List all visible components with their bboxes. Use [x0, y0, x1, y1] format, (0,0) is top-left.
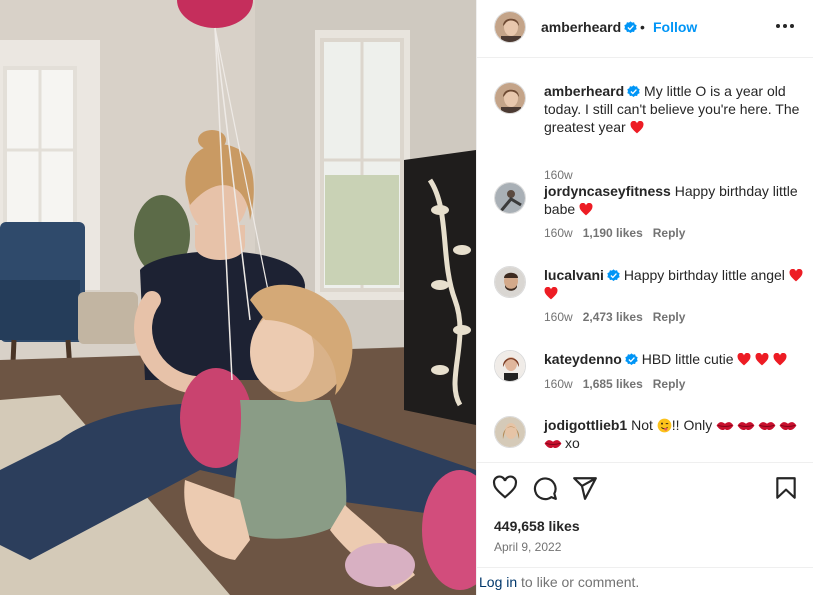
comment-text: lucalvani Happy birthday little angel	[544, 266, 804, 302]
red-heart-emoji-icon	[630, 121, 644, 134]
comment-meta: 160w 1,190 likes Reply	[544, 226, 695, 240]
kiss-lips-emoji-icon	[779, 422, 797, 431]
reply-button[interactable]: Reply	[653, 310, 686, 324]
verified-badge-icon	[607, 269, 620, 282]
caption-text: amberheard My little O is a year old tod…	[544, 82, 804, 136]
avatar[interactable]	[494, 82, 526, 114]
comment-meta: 160w 2,473 likes Reply	[544, 310, 695, 324]
kiss-lips-emoji-icon	[737, 422, 755, 431]
post-photo[interactable]	[0, 0, 476, 595]
separator-dot: •	[640, 19, 645, 35]
comment-item: jordyncaseyfitness Happy birthday little…	[477, 182, 814, 242]
comment-text: jodigottlieb1 Not !! Only xo	[544, 416, 804, 452]
post-header: amberheard • Follow	[477, 0, 814, 58]
caption-username[interactable]: amberheard	[544, 83, 624, 99]
more-icon[interactable]	[773, 14, 797, 38]
comments-list[interactable]: amberheard My little O is a year old tod…	[477, 58, 814, 462]
comment-item: lucalvani Happy birthday little angel 16…	[477, 266, 814, 326]
comment-username[interactable]: jodigottlieb1	[544, 417, 627, 433]
verified-badge-icon	[625, 353, 638, 366]
caption-age: 160w	[544, 168, 573, 182]
comment-item: jodigottlieb1 Not !! Only xo	[477, 416, 814, 462]
comment-username[interactable]: jordyncaseyfitness	[544, 183, 671, 199]
comment-age: 160w	[544, 310, 573, 324]
comment-text: jordyncaseyfitness Happy birthday little…	[544, 182, 804, 218]
winking-tongue-emoji-icon	[657, 418, 672, 433]
reply-button[interactable]: Reply	[653, 377, 686, 391]
comment-item: kateydenno HBD little cutie 160w 1,685 li…	[477, 350, 814, 394]
comment-body-middle: !! Only	[671, 417, 713, 433]
comment-username[interactable]: kateydenno	[544, 351, 622, 367]
author-username[interactable]: amberheard	[541, 19, 637, 35]
red-heart-emoji-icon	[789, 269, 803, 282]
likes-count[interactable]: 449,658 likes	[494, 518, 580, 534]
avatar[interactable]	[494, 416, 526, 448]
comment-body: HBD little cutie	[641, 351, 734, 367]
comment-meta: 160w 1,685 likes Reply	[544, 377, 695, 391]
comment-likes[interactable]: 1,190 likes	[583, 226, 643, 240]
post-date[interactable]: April 9, 2022	[494, 540, 561, 554]
verified-badge-icon	[627, 85, 640, 98]
follow-button[interactable]: Follow	[653, 19, 697, 35]
red-heart-emoji-icon	[773, 353, 787, 366]
comment-likes[interactable]: 2,473 likes	[583, 310, 643, 324]
bookmark-icon[interactable]	[773, 475, 799, 501]
kiss-lips-emoji-icon	[716, 422, 734, 431]
comment-icon[interactable]	[532, 475, 558, 501]
login-prompt-text: to like or comment.	[517, 574, 640, 590]
comment-age: 160w	[544, 226, 573, 240]
kiss-lips-emoji-icon	[544, 440, 562, 449]
comment-likes[interactable]: 1,685 likes	[583, 377, 643, 391]
avatar[interactable]	[494, 350, 526, 382]
red-heart-emoji-icon	[579, 203, 593, 216]
comment-body-start: Not	[631, 417, 653, 433]
avatar[interactable]	[494, 182, 526, 214]
share-icon[interactable]	[572, 475, 598, 501]
comment-body-end: xo	[565, 435, 580, 451]
caption-meta: 160w	[544, 168, 583, 182]
comment-text: kateydenno HBD little cutie	[544, 350, 804, 368]
post-side-panel: amberheard • Follow amberheard My little…	[476, 0, 814, 595]
reply-button[interactable]: Reply	[653, 226, 686, 240]
page-gutter	[813, 0, 827, 595]
comment-age: 160w	[544, 377, 573, 391]
caption: amberheard My little O is a year old tod…	[477, 82, 814, 182]
comment-username[interactable]: lucalvani	[544, 267, 604, 283]
action-bar: 449,658 likes April 9, 2022	[477, 462, 814, 568]
comment-body: Happy birthday little angel	[623, 267, 785, 283]
verified-badge-icon	[624, 21, 637, 34]
login-prompt: Log in to like or comment.	[477, 567, 814, 595]
avatar[interactable]	[494, 11, 526, 43]
author-username-text[interactable]: amberheard	[541, 19, 621, 35]
red-heart-emoji-icon	[737, 353, 751, 366]
kiss-lips-emoji-icon	[758, 422, 776, 431]
red-heart-emoji-icon	[755, 353, 769, 366]
avatar[interactable]	[494, 266, 526, 298]
red-heart-emoji-icon	[544, 287, 558, 300]
heart-icon[interactable]	[492, 475, 518, 501]
login-link[interactable]: Log in	[479, 574, 517, 590]
